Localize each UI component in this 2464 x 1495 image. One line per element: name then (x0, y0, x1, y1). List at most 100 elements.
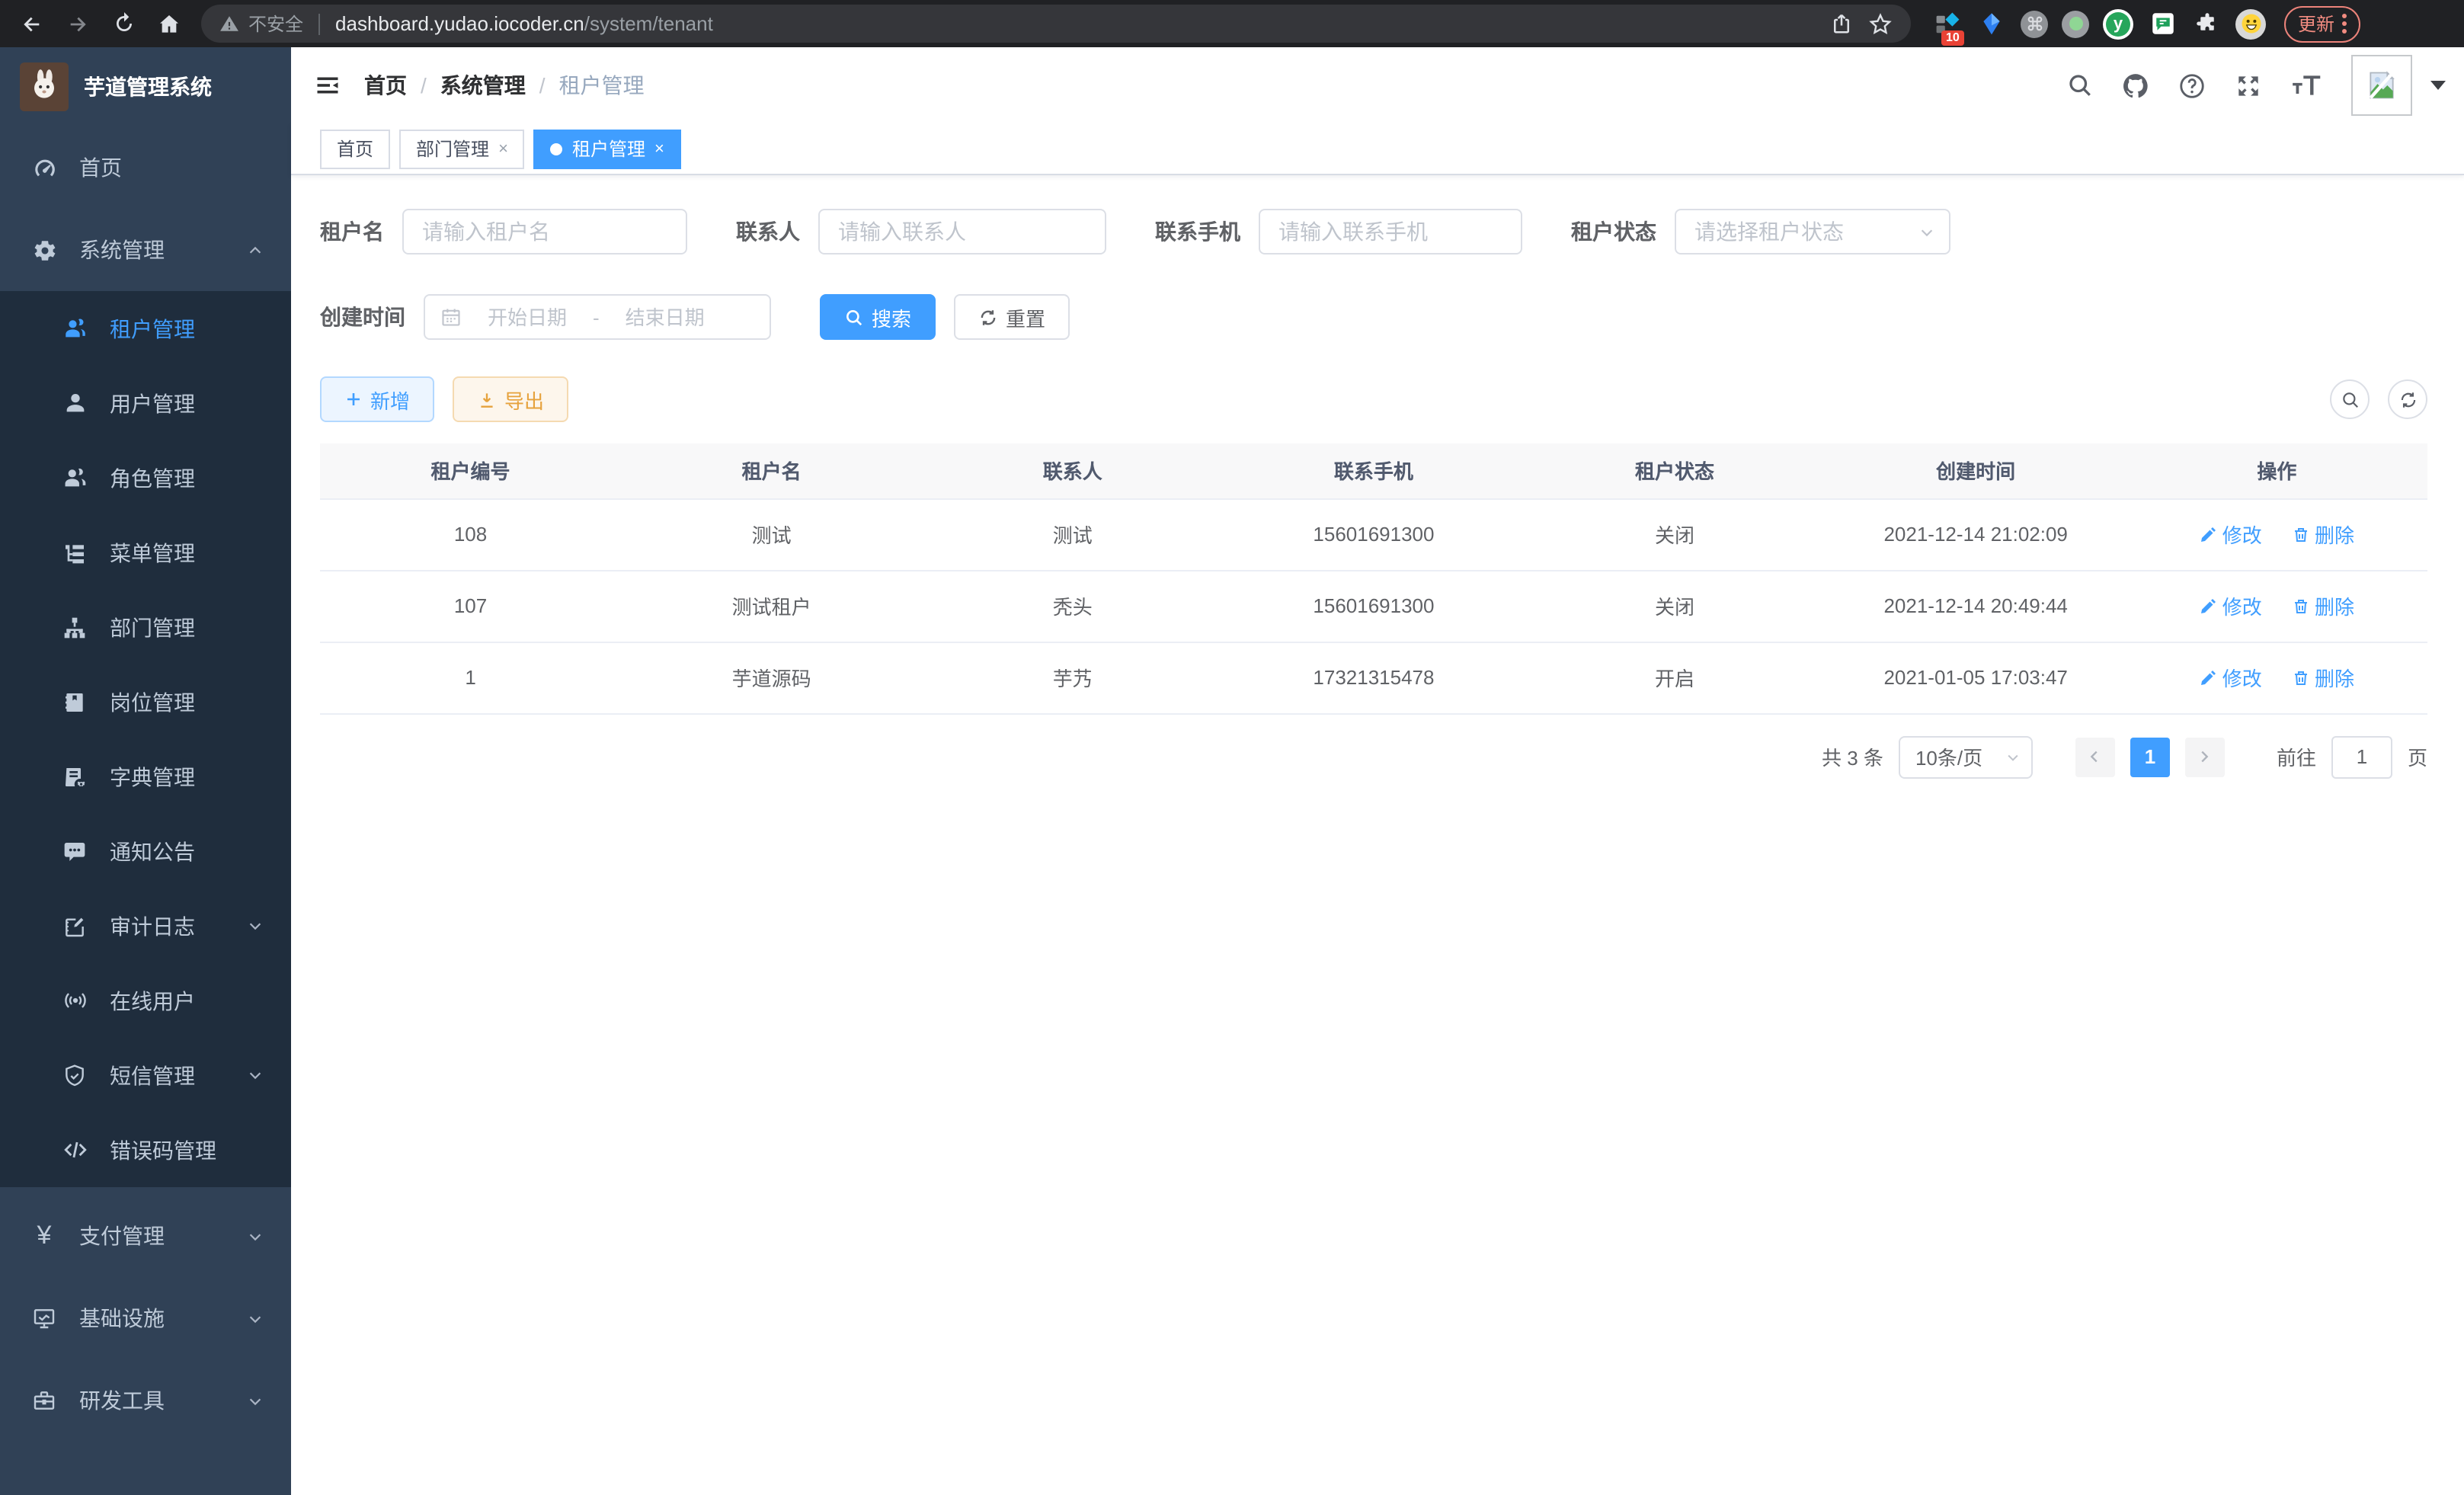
add-button[interactable]: 新增 (320, 376, 434, 422)
sidebar-item-tenant-mgmt[interactable]: 租户管理 (0, 291, 291, 366)
github-link[interactable] (2121, 71, 2150, 100)
extension-chat-icon[interactable] (2147, 8, 2178, 39)
status-select[interactable] (1675, 209, 1950, 255)
security-status[interactable]: 不安全 (219, 11, 303, 37)
font-size-button[interactable] (2290, 72, 2324, 99)
extension-command-icon[interactable] (2021, 10, 2048, 37)
sidebar-group-sms-mgmt[interactable]: 短信管理 (0, 1038, 291, 1112)
next-page-button[interactable] (2185, 737, 2225, 776)
page-url[interactable]: dashboard.yudao.iocoder.cn/system/tenant (335, 12, 713, 35)
tab-home[interactable]: 首页 (320, 129, 390, 168)
delete-label: 删除 (2315, 663, 2354, 692)
prev-page-button[interactable] (2075, 737, 2115, 776)
contact-input[interactable] (818, 209, 1106, 255)
goto-page-input[interactable] (2331, 735, 2392, 778)
export-button[interactable]: 导出 (453, 376, 568, 422)
address-bar[interactable]: 不安全 dashboard.yudao.iocoder.cn/system/te… (201, 5, 1911, 43)
extension-tabs-icon[interactable]: 10 (1932, 8, 1963, 39)
date-start-input[interactable] (471, 306, 584, 328)
sidebar-item-error-code[interactable]: 错误码管理 (0, 1112, 291, 1187)
header-search-button[interactable] (2066, 72, 2094, 99)
bookmark-star-icon[interactable] (1868, 11, 1893, 36)
toggle-search-button[interactable] (2330, 379, 2370, 419)
sidebar-item-dict-mgmt[interactable]: 字典管理 (0, 739, 291, 814)
profile-avatar-emoji[interactable] (2235, 8, 2266, 39)
fullscreen-icon (2234, 71, 2263, 100)
share-icon[interactable] (1830, 12, 1853, 35)
sidebar-item-user-mgmt[interactable]: 用户管理 (0, 366, 291, 440)
user-avatar[interactable] (2351, 55, 2412, 116)
sidebar-item-online-users[interactable]: 在线用户 (0, 963, 291, 1038)
browser-forward-button[interactable] (58, 4, 98, 43)
back-arrow-icon (20, 11, 44, 36)
delete-row-button[interactable]: 删除 (2292, 591, 2354, 620)
table-row: 1 芋道源码 芋艿 17321315478 开启 2021-01-05 17:0… (320, 642, 2427, 713)
edit-row-button[interactable]: 修改 (2200, 591, 2262, 620)
search-button[interactable]: 搜索 (820, 294, 936, 340)
extension-y-icon[interactable]: y (2103, 8, 2133, 39)
tab-close-icon[interactable]: × (654, 139, 664, 158)
calendar-icon (440, 306, 462, 328)
help-button[interactable] (2178, 71, 2206, 100)
fullscreen-button[interactable] (2234, 71, 2263, 100)
edit-row-button[interactable]: 修改 (2200, 663, 2262, 692)
delete-row-button[interactable]: 删除 (2292, 663, 2354, 692)
browser-back-button[interactable] (12, 4, 52, 43)
tab-close-icon[interactable]: × (498, 139, 508, 158)
breadcrumb-system[interactable]: 系统管理 (440, 70, 526, 101)
extension-kite-icon[interactable] (1976, 8, 2007, 39)
sidebar-item-notice[interactable]: 通知公告 (0, 814, 291, 888)
extensions-puzzle-icon[interactable] (2191, 8, 2222, 39)
chrome-update-button[interactable]: 更新 (2284, 5, 2360, 42)
date-end-input[interactable] (609, 306, 722, 328)
page-size-select[interactable] (1899, 735, 2033, 778)
browser-home-button[interactable] (149, 4, 189, 43)
tab-dept-mgmt[interactable]: 部门管理 × (399, 129, 525, 168)
status-select-input[interactable] (1675, 209, 1950, 255)
sidebar-group-payment[interactable]: ¥ 支付管理 (0, 1195, 291, 1277)
sidebar-item-dept-mgmt[interactable]: 部门管理 (0, 590, 291, 664)
home-icon (157, 11, 181, 36)
avatar-caret-icon[interactable] (2430, 81, 2446, 90)
sidebar-item-label: 菜单管理 (110, 537, 195, 568)
sidebar-item-menu-mgmt[interactable]: 菜单管理 (0, 515, 291, 590)
help-icon (2178, 71, 2206, 100)
delete-row-button[interactable]: 删除 (2292, 520, 2354, 549)
reset-button[interactable]: 重置 (954, 294, 1070, 340)
sidebar-group-infra[interactable]: 基础设施 (0, 1277, 291, 1359)
sidebar-group-dev-tools[interactable]: 研发工具 (0, 1359, 291, 1442)
app-title: 芋道管理系统 (84, 72, 212, 102)
create-time-range-picker[interactable]: - (424, 294, 771, 340)
search-circle-icon (2340, 389, 2360, 409)
sidebar-group-system[interactable]: 系统管理 (0, 209, 291, 291)
table-row: 107 测试租户 秃头 15601691300 关闭 2021-12-14 20… (320, 570, 2427, 642)
sidebar-collapse-button[interactable] (291, 72, 364, 99)
refresh-table-button[interactable] (2388, 379, 2427, 419)
browser-menu-icon[interactable] (2342, 14, 2347, 34)
sidebar-group-audit-log[interactable]: 审计日志 (0, 888, 291, 963)
cell-contact: 秃头 (922, 570, 1223, 642)
url-host: dashboard.yudao.iocoder.cn (335, 12, 584, 35)
dashboard-gauge-icon (30, 154, 58, 181)
sidebar-group-label: 基础设施 (79, 1303, 165, 1333)
status-label: 租户状态 (1571, 216, 1656, 247)
mobile-input[interactable] (1259, 209, 1522, 255)
sidebar-item-label: 首页 (79, 152, 122, 183)
green-dot (2069, 17, 2082, 30)
tab-tenant-mgmt[interactable]: 租户管理 × (534, 129, 681, 168)
sidebar-logo-row[interactable]: 芋道管理系统 (0, 47, 291, 126)
sidebar-item-label: 通知公告 (110, 836, 195, 866)
plus-icon (344, 390, 363, 408)
browser-reload-button[interactable] (104, 4, 143, 43)
active-tab-dot (551, 142, 563, 155)
extension-dot-icon[interactable] (2062, 10, 2089, 37)
sidebar-group-label: 支付管理 (79, 1221, 165, 1251)
edit-row-button[interactable]: 修改 (2200, 520, 2262, 549)
sidebar-item-home[interactable]: 首页 (0, 126, 291, 209)
tenant-name-input[interactable] (402, 209, 687, 255)
page-number-1[interactable]: 1 (2130, 737, 2170, 776)
sidebar-item-role-mgmt[interactable]: 角色管理 (0, 440, 291, 515)
sidebar-item-post-mgmt[interactable]: 岗位管理 (0, 664, 291, 739)
pagination: 共 3 条 1 前往 页 (320, 735, 2427, 778)
breadcrumb-home[interactable]: 首页 (364, 70, 407, 101)
